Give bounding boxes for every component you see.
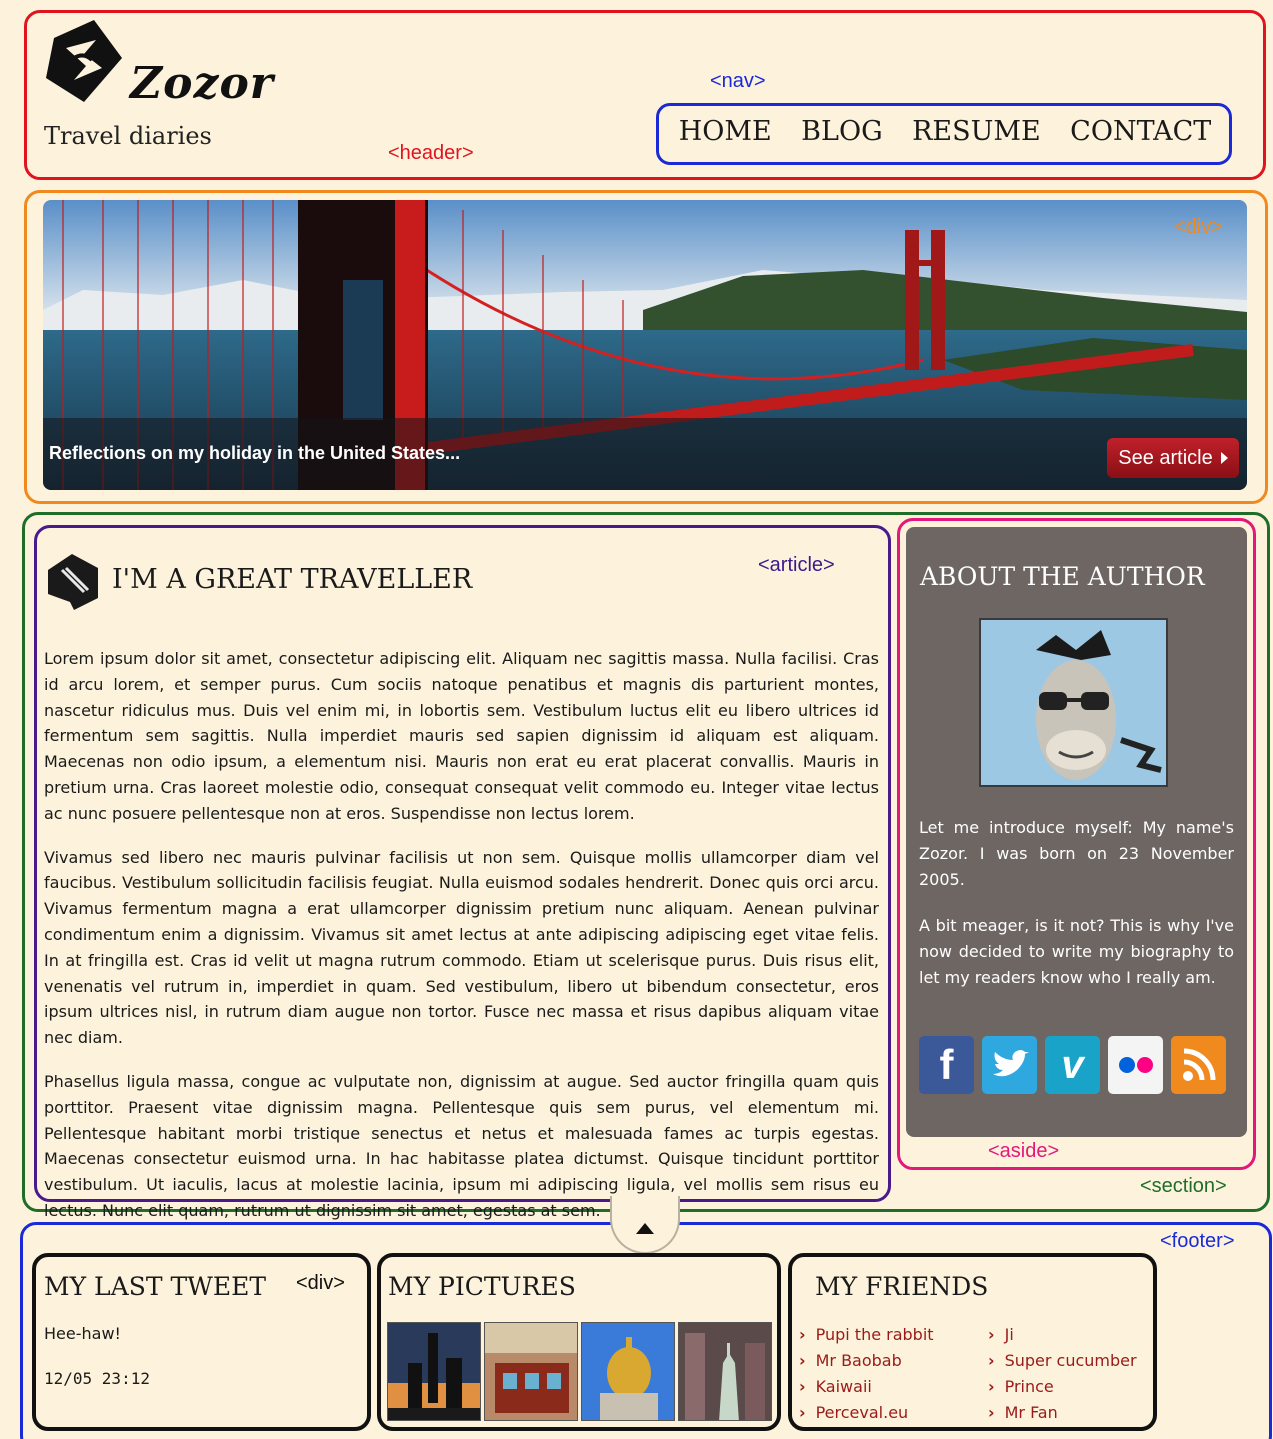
friend-link[interactable]: Kaiwaii [799, 1374, 934, 1400]
main-nav: HOME BLOG RESUME CONTACT [664, 116, 1226, 147]
article-paragraph: Lorem ipsum dolor sit amet, consectetur … [44, 649, 879, 823]
picture-thumbnail[interactable] [484, 1322, 578, 1421]
friend-link[interactable]: Prince [988, 1374, 1137, 1400]
logo-icon[interactable] [44, 18, 124, 104]
friend-link[interactable]: Ji [988, 1322, 1137, 1348]
article-annotation: <article> [758, 554, 835, 576]
vimeo-icon[interactable]: v [1045, 1036, 1100, 1094]
header-annotation: <header> [388, 142, 474, 164]
friend-link[interactable]: Pupi the rabbit [799, 1322, 934, 1348]
friend-link[interactable]: Mr Baobab [799, 1348, 934, 1374]
friends-list: Ji Super cucumber Prince Mr Fan [988, 1322, 1137, 1426]
twitter-icon[interactable] [982, 1036, 1037, 1094]
banner-annotation: <div> [1174, 216, 1223, 238]
flickr-icon[interactable] [1108, 1036, 1163, 1094]
aside-text: Let me introduce myself: My name's Zozor… [919, 815, 1234, 1011]
picture-thumbnail[interactable] [581, 1322, 675, 1421]
banner-caption: Reflections on my holiday in the United … [49, 443, 461, 463]
friend-link[interactable]: Super cucumber [988, 1348, 1137, 1374]
aside-annotation: <aside> [988, 1140, 1060, 1162]
footer-annotation: <footer> [1160, 1230, 1235, 1252]
nav-item-home[interactable]: HOME [679, 116, 772, 147]
article-paragraph: Vivamus sed libero nec mauris pulvinar f… [44, 847, 879, 1048]
social-links: f v [919, 1036, 1226, 1094]
pictures-title: MY PICTURES [388, 1272, 576, 1301]
facebook-icon[interactable]: f [919, 1036, 974, 1094]
nav-item-blog[interactable]: BLOG [801, 116, 882, 147]
aside-title: ABOUT THE AUTHOR [920, 562, 1205, 591]
rss-icon[interactable] [1171, 1036, 1226, 1094]
friends-title: MY FRIENDS [815, 1272, 989, 1301]
friend-link[interactable]: Perceval.eu [799, 1400, 934, 1426]
picture-gallery [387, 1322, 772, 1421]
friends-list: Pupi the rabbit Mr Baobab Kaiwaii Percev… [799, 1322, 934, 1426]
tweet-text: Hee-haw! [44, 1324, 121, 1343]
article-badge-icon [44, 550, 100, 614]
article-body: Lorem ipsum dolor sit amet, consectetur … [44, 646, 879, 1242]
article-title: I'M A GREAT TRAVELLER [112, 564, 473, 595]
see-article-button[interactable]: See article [1107, 438, 1239, 478]
picture-thumbnail[interactable] [387, 1322, 481, 1421]
site-name[interactable]: Zozor [130, 58, 274, 109]
chevron-right-icon [1220, 452, 1228, 464]
arrow-up-icon [636, 1223, 654, 1234]
section-annotation: <section> [1140, 1175, 1227, 1197]
see-article-label: See article [1118, 446, 1213, 469]
article-paragraph: Phasellus ligula massa, congue ac vulput… [44, 1071, 879, 1220]
tweet-annotation: <div> [296, 1272, 345, 1294]
aside-paragraph: A bit meager, is it not? This is why I'v… [919, 916, 1234, 987]
author-avatar [979, 618, 1168, 787]
friend-link[interactable]: Mr Fan [988, 1400, 1137, 1426]
nav-annotation: <nav> [710, 70, 766, 92]
tweet-title: MY LAST TWEET [44, 1272, 266, 1301]
aside-paragraph: Let me introduce myself: My name's Zozor… [919, 818, 1234, 889]
picture-thumbnail[interactable] [678, 1322, 772, 1421]
nav-item-resume[interactable]: RESUME [912, 116, 1041, 147]
nav-item-contact[interactable]: CONTACT [1070, 116, 1211, 147]
site-tagline: Travel diaries [44, 122, 212, 150]
tweet-timestamp: 12/05 23:12 [44, 1369, 150, 1388]
